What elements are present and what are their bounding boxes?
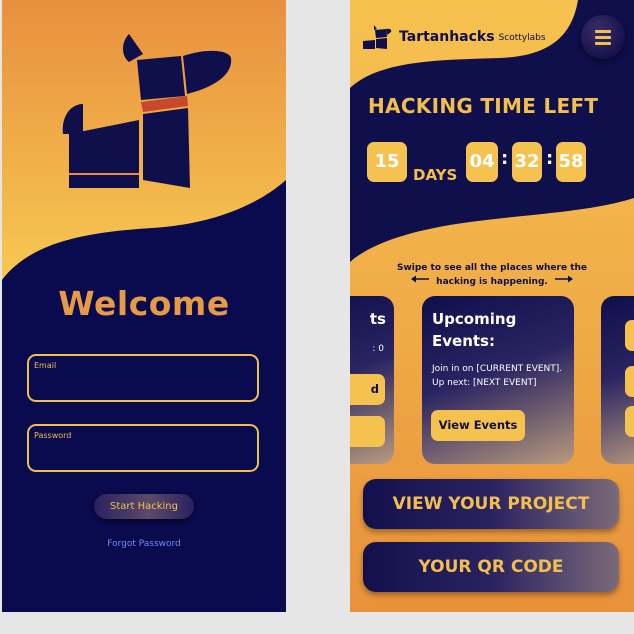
arrow-left-icon [411, 275, 429, 283]
email-label: Email [34, 361, 57, 370]
card-button-fragment-right-3[interactable] [625, 406, 634, 437]
start-hacking-button[interactable]: Start Hacking [94, 494, 194, 519]
view-events-button[interactable]: View Events [431, 410, 525, 441]
colon-separator: : [546, 148, 554, 169]
hamburger-menu-icon[interactable] [581, 15, 625, 59]
login-screen: Welcome Email Password Start Hacking For… [2, 0, 286, 612]
brand-sub: Scottylabs [498, 33, 546, 43]
countdown-minutes: 32 [512, 142, 542, 182]
dashboard-screen: Tartanhacks Scottylabs HACKING TIME LEFT… [350, 0, 634, 612]
events-card-left[interactable]: ts : 0 d [350, 296, 394, 464]
welcome-title: Welcome [58, 284, 230, 323]
countdown-hours: 04 [466, 142, 498, 182]
card-title-fragment: ts [369, 310, 386, 328]
brand-name: Tartanhacks [399, 29, 495, 45]
scotty-dog-logo [62, 34, 232, 188]
card-button-fragment-right[interactable] [625, 320, 634, 351]
countdown-title: HACKING TIME LEFT [368, 94, 599, 118]
email-field[interactable]: Email [27, 354, 259, 402]
card-text: Join in on [CURRENT EVENT]. Up next: [NE… [432, 364, 563, 388]
countdown-days: 15 [367, 142, 407, 182]
card-button-fragment-2[interactable] [350, 416, 385, 447]
view-project-button[interactable]: VIEW YOUR PROJECT [363, 479, 619, 529]
upcoming-events-card: Upcoming Events: Join in on [CURRENT EVE… [422, 296, 574, 464]
password-field[interactable]: Password [27, 424, 259, 472]
forgot-password-link[interactable]: Forgot Password [2, 539, 286, 549]
arrow-right-icon [555, 275, 573, 283]
events-card-right[interactable] [601, 296, 634, 464]
qr-code-button[interactable]: YOUR QR CODE [363, 542, 619, 592]
scotty-dog-icon [363, 25, 392, 49]
card-button-fragment[interactable]: d [350, 374, 385, 405]
card-title: Upcoming Events: [432, 310, 517, 350]
countdown-days-label: DAYS [413, 166, 458, 184]
colon-separator: : [501, 148, 509, 169]
card-button-fragment-right-2[interactable] [625, 366, 634, 397]
brand: Tartanhacks Scottylabs [362, 24, 546, 50]
countdown-seconds: 58 [556, 142, 586, 182]
password-label: Password [34, 431, 72, 440]
card-count-fragment: : 0 [372, 344, 384, 354]
